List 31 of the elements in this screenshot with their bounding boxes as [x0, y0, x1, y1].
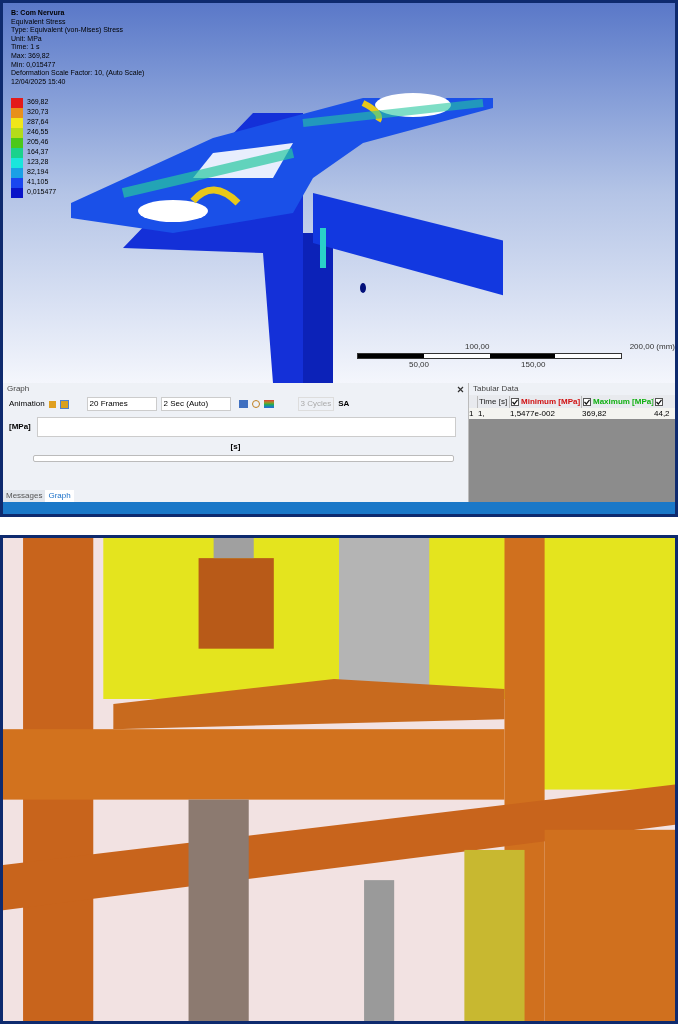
scale-label: 100,00 [465, 341, 490, 353]
table-cell-text: 1, [477, 407, 486, 420]
column-header: Maximum [MPa] [593, 395, 653, 408]
table-cell-text: 369,82 [581, 407, 608, 420]
panel-tab[interactable]: Graph [45, 490, 74, 502]
cycles-field: 3 Cycles [297, 397, 335, 411]
scale-label: 50,00 [409, 359, 430, 371]
table-cell-text: 1,5477e-002 [509, 407, 556, 420]
check-icon [656, 398, 662, 405]
y-axis-label: [MPa] [9, 421, 31, 433]
scale-label: 200,00 (mm) [629, 341, 675, 353]
duration-dropdown[interactable]: 2 Sec (Auto) [160, 397, 231, 411]
column-header: Time [s] [479, 395, 508, 408]
sa-button[interactable]: SA [338, 398, 350, 410]
toolbar-label: Animation [9, 398, 45, 410]
panel-tab[interactable]: Messages [3, 490, 46, 502]
panel-title: Tabular Data [473, 383, 519, 395]
column-checkbox[interactable] [583, 397, 591, 406]
close-icon[interactable] [457, 385, 464, 393]
x-axis-label: [s] [230, 441, 241, 453]
check-icon [584, 398, 590, 405]
panel-title: Graph [7, 383, 30, 395]
column-header: Minimum [MPa] [521, 395, 581, 408]
column-checkbox[interactable] [511, 397, 519, 406]
frames-dropdown[interactable]: 20 Frames [86, 397, 157, 411]
scale-label: 150,00 [521, 359, 546, 371]
check-icon [512, 398, 518, 405]
table-cell-text: 44,2 [653, 407, 671, 420]
row-number: 1 [469, 407, 475, 420]
color-bars-icon[interactable] [263, 400, 274, 408]
column-checkbox[interactable] [655, 397, 663, 406]
